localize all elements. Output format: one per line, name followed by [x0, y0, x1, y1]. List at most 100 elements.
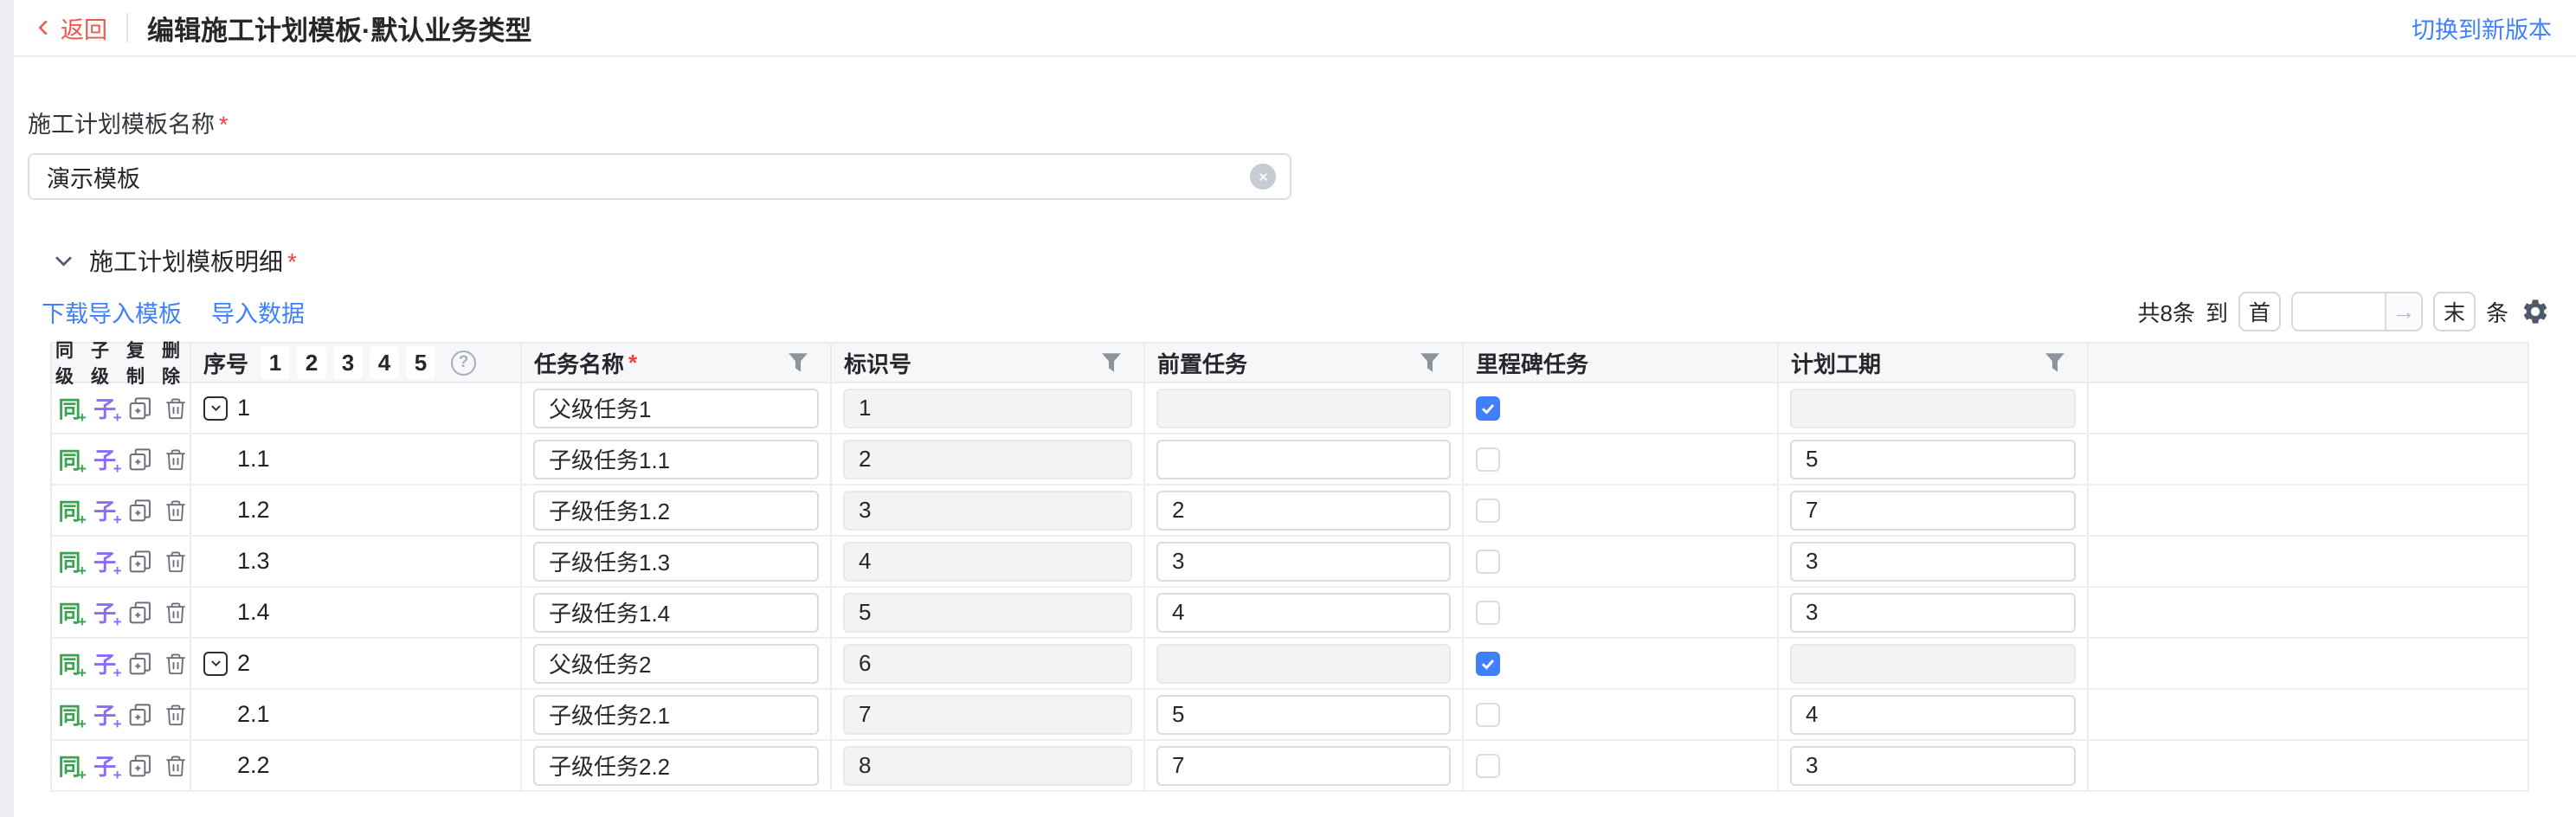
filter-icon[interactable] — [1419, 352, 1441, 373]
milestone-checkbox[interactable] — [1476, 703, 1500, 727]
level-4-button[interactable]: 4 — [370, 346, 399, 379]
collapse-row-icon[interactable] — [203, 652, 228, 676]
add-child-icon[interactable]: 子+ — [91, 445, 119, 473]
task-name-input[interactable] — [533, 440, 819, 479]
clear-input-icon[interactable] — [1250, 164, 1276, 190]
filter-icon[interactable] — [1100, 352, 1123, 373]
milestone-checkbox[interactable] — [1476, 754, 1500, 778]
copy-row-icon[interactable] — [126, 751, 155, 780]
row-task-code-cell — [832, 741, 1145, 790]
level-1-button[interactable]: 1 — [261, 346, 290, 379]
table-toolbar: 下载导入模板 导入数据 共8条 到 首 → 末 条 — [28, 292, 2550, 331]
level-3-button[interactable]: 3 — [333, 346, 363, 379]
add-child-icon[interactable]: 子+ — [91, 598, 119, 627]
level-2-button[interactable]: 2 — [297, 346, 326, 379]
switch-version-link[interactable]: 切换到新版本 — [2412, 11, 2552, 45]
task-name-input[interactable] — [533, 644, 819, 684]
row-filler-cell — [2089, 588, 2528, 637]
jump-arrow-icon[interactable]: → — [2385, 293, 2421, 330]
row-task-name-cell — [522, 639, 832, 688]
add-child-icon[interactable]: 子+ — [91, 751, 119, 780]
first-page-button[interactable]: 首 — [2238, 292, 2281, 331]
add-sibling-icon[interactable]: 同+ — [55, 445, 84, 473]
download-template-link[interactable]: 下载导入模板 — [42, 295, 182, 329]
duration-input[interactable] — [1790, 695, 2076, 735]
header-copy: 复制 — [126, 337, 154, 389]
duration-input[interactable] — [1790, 593, 2076, 633]
last-page-button[interactable]: 末 — [2433, 292, 2476, 331]
delete-row-icon[interactable] — [161, 394, 190, 422]
collapse-section-icon[interactable] — [52, 249, 75, 273]
add-child-icon[interactable]: 子+ — [91, 394, 119, 422]
milestone-checkbox[interactable] — [1476, 652, 1500, 676]
task-name-input[interactable] — [533, 695, 819, 735]
row-task-code-cell — [832, 588, 1145, 637]
gear-icon — [2521, 297, 2550, 326]
copy-row-icon[interactable] — [126, 394, 155, 422]
window-left-gutter — [0, 0, 14, 817]
copy-row-icon[interactable] — [126, 598, 155, 627]
duration-input[interactable] — [1790, 746, 2076, 786]
page-jump-input[interactable] — [2293, 293, 2385, 330]
duration-input[interactable] — [1790, 491, 2076, 531]
milestone-checkbox[interactable] — [1476, 499, 1500, 523]
delete-row-icon[interactable] — [161, 751, 190, 780]
task-name-input[interactable] — [533, 491, 819, 531]
add-sibling-icon[interactable]: 同+ — [55, 700, 84, 729]
duration-input[interactable] — [1790, 440, 2076, 479]
row-milestone-cell — [1464, 486, 1779, 535]
task-name-input[interactable] — [533, 542, 819, 582]
add-sibling-icon[interactable]: 同+ — [55, 751, 84, 780]
task-code-input — [843, 644, 1132, 684]
add-sibling-icon[interactable]: 同+ — [55, 496, 84, 524]
predecessor-input[interactable] — [1156, 695, 1451, 735]
back-button[interactable]: 返回 — [35, 11, 107, 45]
import-data-link[interactable]: 导入数据 — [211, 295, 305, 329]
template-name-input[interactable] — [31, 164, 1250, 190]
add-child-icon[interactable]: 子+ — [91, 547, 119, 576]
collapse-row-icon[interactable] — [203, 396, 228, 421]
copy-row-icon[interactable] — [126, 496, 155, 524]
task-name-input[interactable] — [533, 593, 819, 633]
table-settings-button[interactable] — [2521, 297, 2550, 326]
add-child-icon[interactable]: 子+ — [91, 700, 119, 729]
delete-row-icon[interactable] — [161, 496, 190, 524]
add-child-icon[interactable]: 子+ — [91, 649, 119, 678]
add-sibling-icon[interactable]: 同+ — [55, 598, 84, 627]
copy-row-icon[interactable] — [126, 445, 155, 473]
add-sibling-icon[interactable]: 同+ — [55, 649, 84, 678]
milestone-checkbox[interactable] — [1476, 396, 1500, 421]
row-duration-cell — [1779, 434, 2089, 484]
row-seq-number: 1.2 — [237, 497, 270, 524]
predecessor-input[interactable] — [1156, 746, 1451, 786]
delete-row-icon[interactable] — [161, 700, 190, 729]
row-actions: 同+ 子+ — [52, 639, 191, 688]
row-seq-cell: 1.2 — [191, 486, 522, 535]
filter-icon[interactable] — [2044, 352, 2066, 373]
delete-row-icon[interactable] — [161, 598, 190, 627]
copy-row-icon[interactable] — [126, 547, 155, 576]
predecessor-input[interactable] — [1156, 542, 1451, 582]
copy-row-icon[interactable] — [126, 700, 155, 729]
milestone-checkbox[interactable] — [1476, 550, 1500, 574]
milestone-checkbox[interactable] — [1476, 601, 1500, 625]
filter-icon[interactable] — [787, 352, 809, 373]
row-actions: 同+ 子+ — [52, 588, 191, 637]
milestone-checkbox[interactable] — [1476, 447, 1500, 472]
level-5-button[interactable]: 5 — [406, 346, 435, 379]
delete-row-icon[interactable] — [161, 649, 190, 678]
predecessor-input[interactable] — [1156, 593, 1451, 633]
predecessor-input[interactable] — [1156, 440, 1451, 479]
copy-row-icon[interactable] — [126, 649, 155, 678]
help-icon[interactable]: ? — [451, 351, 476, 376]
table-row: 同+ 子+ 1.2 — [52, 486, 2528, 537]
duration-input[interactable] — [1790, 542, 2076, 582]
add-sibling-icon[interactable]: 同+ — [55, 547, 84, 576]
task-name-input[interactable] — [533, 746, 819, 786]
delete-row-icon[interactable] — [161, 547, 190, 576]
delete-row-icon[interactable] — [161, 445, 190, 473]
predecessor-input[interactable] — [1156, 491, 1451, 531]
add-sibling-icon[interactable]: 同+ — [55, 394, 84, 422]
add-child-icon[interactable]: 子+ — [91, 496, 119, 524]
task-name-input[interactable] — [533, 389, 819, 428]
